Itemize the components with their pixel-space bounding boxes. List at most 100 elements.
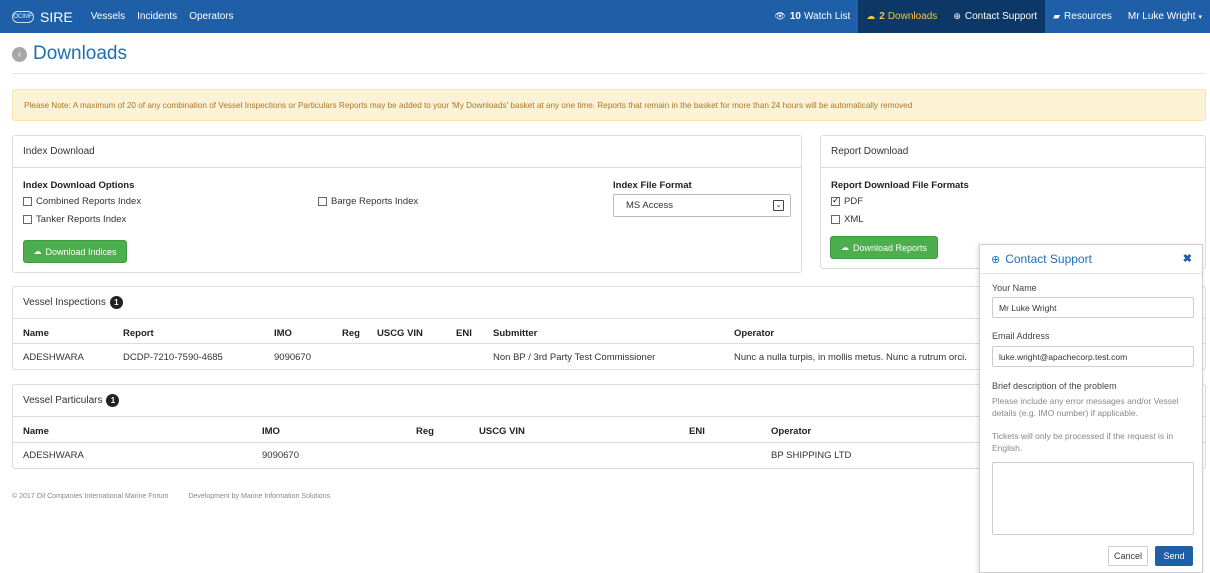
- col-header[interactable]: USCG VIN: [377, 328, 423, 339]
- checkbox-label: Barge Reports Index: [331, 196, 419, 207]
- watch-list-link[interactable]: 👁 10 Watch List: [766, 0, 858, 33]
- back-icon[interactable]: ‹: [12, 46, 27, 62]
- cloud-download-icon: ☁: [33, 247, 42, 256]
- col-header[interactable]: Operator: [771, 426, 811, 437]
- cloud-download-icon: ☁: [866, 11, 876, 21]
- email-label: Email Address: [992, 331, 1050, 341]
- downloads-label: Downloads: [887, 11, 938, 22]
- col-header[interactable]: USCG VIN: [479, 426, 525, 437]
- cell-submitter: Non BP / 3rd Party Test Commissioner: [493, 352, 656, 363]
- checkbox-box: [23, 197, 32, 206]
- dialog-header: ⊕ Contact Support: [980, 245, 1202, 273]
- contact-support-link[interactable]: ⊕ Contact Support: [945, 0, 1046, 33]
- watch-list-label: Watch List: [803, 11, 851, 22]
- cell-name: ADESHWARA: [23, 450, 84, 461]
- checkbox-label: XML: [844, 214, 864, 225]
- col-header[interactable]: IMO: [262, 426, 280, 437]
- page-heading: ‹ Downloads: [12, 43, 127, 65]
- top-navbar: OCIMF SIRE Vessels Incidents Operators 👁…: [0, 0, 1210, 33]
- english-notice: Tickets will only be processed if the re…: [992, 431, 1174, 453]
- checkbox-label: Tanker Reports Index: [36, 214, 127, 225]
- download-reports-button[interactable]: ☁ Download Reports: [830, 236, 938, 259]
- contact-support-dialog: ⊕ Contact Support ✖ Your Name Email Addr…: [979, 244, 1203, 573]
- checkbox-box: [831, 195, 840, 206]
- dialog-title: Contact Support: [1005, 252, 1092, 266]
- col-header[interactable]: ENI: [689, 426, 705, 437]
- divider: [12, 73, 1206, 74]
- lifebuoy-icon: ⊕: [953, 11, 961, 21]
- col-header[interactable]: Reg: [342, 328, 360, 339]
- divider: [980, 273, 1202, 274]
- send-button[interactable]: Send: [1155, 546, 1193, 566]
- col-header[interactable]: Reg: [416, 426, 434, 437]
- checkbox-box: [318, 197, 327, 206]
- caret-down-icon: ▾: [1198, 13, 1202, 21]
- nav-operators[interactable]: Operators: [189, 11, 233, 22]
- description-textarea[interactable]: [992, 462, 1194, 535]
- col-header[interactable]: Name: [23, 426, 49, 437]
- cloud-download-icon: ☁: [840, 243, 849, 252]
- page-title: Downloads: [33, 43, 127, 64]
- cell-name: ADESHWARA: [23, 352, 84, 363]
- cell-imo: 9090670: [262, 450, 299, 461]
- cancel-button[interactable]: Cancel: [1108, 546, 1148, 566]
- combined-reports-checkbox[interactable]: Combined Reports Index: [23, 196, 141, 207]
- resources-link[interactable]: ▰ Resources: [1045, 0, 1120, 33]
- download-limit-notice: Please Note: A maximum of 20 of any comb…: [12, 89, 1206, 121]
- index-format-select[interactable]: MS Access ⌄: [613, 194, 791, 217]
- index-format-label: Index File Format: [613, 180, 692, 191]
- resources-label: Resources: [1064, 11, 1112, 22]
- col-header[interactable]: ENI: [456, 328, 472, 339]
- brand[interactable]: OCIMF SIRE: [12, 9, 91, 25]
- index-options-label: Index Download Options: [23, 180, 135, 191]
- close-icon[interactable]: ✖: [1183, 252, 1192, 265]
- col-header[interactable]: Submitter: [493, 328, 537, 339]
- dev-credit[interactable]: Development by Marine Information Soluti…: [188, 493, 330, 500]
- downloads-count: 2: [879, 11, 885, 22]
- watch-list-count: 10: [789, 11, 801, 22]
- checkbox-box: [23, 215, 32, 224]
- pdf-checkbox[interactable]: PDF: [831, 195, 863, 207]
- col-header[interactable]: Report: [123, 328, 154, 339]
- nav-vessels[interactable]: Vessels: [91, 11, 125, 22]
- copyright: © 2017 Oil Companies International Marin…: [12, 493, 169, 500]
- report-formats-label: Report Download File Formats: [831, 180, 969, 191]
- user-menu[interactable]: Mr Luke Wright ▾: [1120, 0, 1210, 33]
- report-download-heading: Report Download: [821, 136, 1205, 168]
- download-indices-button[interactable]: ☁ Download Indices: [23, 240, 127, 263]
- count-badge: 1: [109, 296, 123, 309]
- description-help: Please include any error messages and/or…: [992, 396, 1179, 418]
- footer: © 2017 Oil Companies International Marin…: [12, 493, 348, 500]
- button-label: Download Reports: [852, 242, 928, 253]
- chevron-down-icon: ⌄: [773, 200, 784, 211]
- cell-imo: 9090670: [274, 352, 311, 363]
- panel-title: Vessel Particulars: [23, 395, 103, 406]
- count-badge: 1: [106, 394, 120, 407]
- lifebuoy-icon: ⊕: [991, 253, 1001, 266]
- tanker-reports-checkbox[interactable]: Tanker Reports Index: [23, 214, 126, 225]
- index-download-panel: Index Download Index Download Options Co…: [12, 135, 802, 273]
- eye-icon: 👁: [774, 11, 786, 21]
- panel-title: Vessel Inspections: [23, 297, 106, 308]
- index-download-heading: Index Download: [13, 136, 801, 168]
- description-label: Brief description of the problem: [992, 381, 1117, 391]
- brand-name: SIRE: [40, 8, 73, 25]
- index-format-value: MS Access: [626, 200, 673, 211]
- col-header[interactable]: Operator: [734, 328, 774, 339]
- button-label: Download Indices: [45, 246, 117, 257]
- ocimf-logo: OCIMF: [12, 10, 34, 23]
- contact-support-label: Contact Support: [964, 11, 1038, 22]
- barge-reports-checkbox[interactable]: Barge Reports Index: [318, 196, 418, 207]
- downloads-link[interactable]: ☁ 2 Downloads: [858, 0, 946, 33]
- cell-operator: BP SHIPPING LTD: [771, 450, 852, 461]
- checkbox-label: Combined Reports Index: [36, 196, 142, 207]
- cell-operator: Nunc a nulla turpis, in mollis metus. Nu…: [734, 352, 967, 363]
- email-field[interactable]: [992, 346, 1194, 367]
- col-header[interactable]: Name: [23, 328, 49, 339]
- name-field[interactable]: [992, 297, 1194, 318]
- col-header[interactable]: IMO: [274, 328, 292, 339]
- checkbox-label: PDF: [844, 196, 863, 207]
- name-label: Your Name: [992, 283, 1037, 293]
- nav-incidents[interactable]: Incidents: [137, 11, 177, 22]
- xml-checkbox[interactable]: XML: [831, 214, 864, 225]
